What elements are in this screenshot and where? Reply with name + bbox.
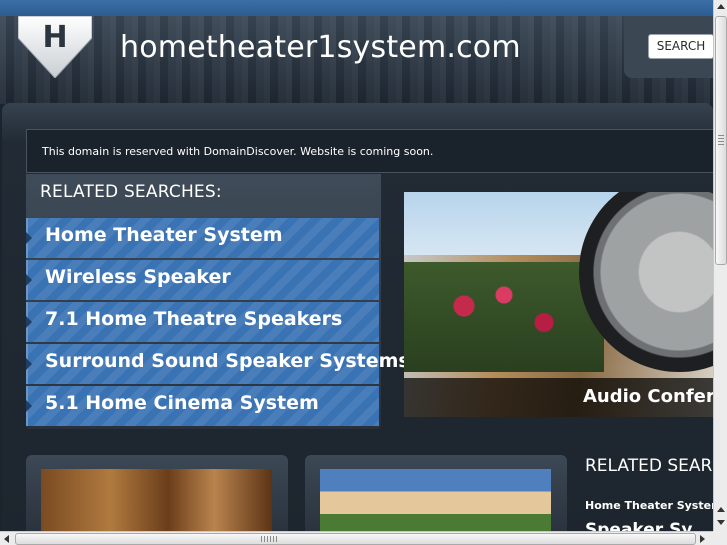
related-link-home-theater-system[interactable]: Home Theater System xyxy=(26,218,379,258)
related-link-surround-sound-speaker-systems[interactable]: Surround Sound Speaker Systems xyxy=(26,344,410,384)
grip-icon xyxy=(718,135,724,145)
hero-flowers-image xyxy=(404,262,604,372)
related-searches-heading: RELATED SEARCHES: xyxy=(40,182,222,202)
arrow-right-icon xyxy=(26,400,32,412)
thumbnail-image-house xyxy=(320,469,551,533)
horizontal-scroll-thumb[interactable] xyxy=(15,533,696,545)
arrow-right-icon xyxy=(26,316,32,328)
grip-icon xyxy=(261,536,277,542)
thumbnail-card[interactable] xyxy=(26,455,288,533)
related-link-wireless-speaker[interactable]: Wireless Speaker xyxy=(26,260,379,300)
search-button[interactable]: SEARCH xyxy=(648,34,714,59)
related-searches-heading-right: RELATED SEAR xyxy=(585,456,713,476)
vertical-scrollbar[interactable] xyxy=(713,0,727,531)
thumbnail-image-chairs xyxy=(41,469,272,533)
hero-caption-bar: Audio Confere xyxy=(404,378,713,417)
scroll-up-icon[interactable] xyxy=(717,4,725,9)
domain-notice: This domain is reserved with DomainDisco… xyxy=(26,129,713,173)
scroll-right-icon[interactable] xyxy=(700,535,705,543)
thumbnail-card[interactable] xyxy=(305,455,567,533)
logo-letter: H xyxy=(42,20,68,55)
related-searches-panel: RELATED SEARCHES: Home Theater System Wi… xyxy=(26,174,410,429)
horizontal-scrollbar[interactable] xyxy=(0,531,713,545)
search-panel: SEARCH xyxy=(624,16,714,78)
related-link-7-1-home-theatre-speakers[interactable]: 7.1 Home Theatre Speakers xyxy=(26,302,379,342)
related-link-label: 7.1 Home Theatre Speakers xyxy=(45,308,343,330)
related-link-label: Surround Sound Speaker Systems xyxy=(45,350,410,372)
site-logo[interactable]: H xyxy=(18,16,92,78)
site-title[interactable]: hometheater1system.com xyxy=(120,30,521,65)
arrow-right-icon xyxy=(26,274,32,286)
arrow-right-icon xyxy=(26,232,32,244)
scroll-left-icon[interactable] xyxy=(4,535,9,543)
scrollbar-corner xyxy=(713,531,727,545)
related-link-label: 5.1 Home Cinema System xyxy=(45,392,319,414)
hero-caption[interactable]: Audio Confere xyxy=(583,386,713,407)
scroll-up-icon[interactable] xyxy=(717,507,725,512)
top-strip xyxy=(0,0,727,16)
vertical-scroll-thumb[interactable] xyxy=(715,16,727,265)
related-link-5-1-home-cinema-system[interactable]: 5.1 Home Cinema System xyxy=(26,386,379,426)
related-link-right[interactable]: Home Theater System xyxy=(585,499,723,512)
scroll-down-icon[interactable] xyxy=(717,520,725,525)
related-link-label: Home Theater System xyxy=(45,224,283,246)
related-link-label: Wireless Speaker xyxy=(45,266,231,288)
hero-image[interactable]: Audio Confere xyxy=(404,192,713,417)
related-searches-list: Home Theater System Wireless Speaker 7.1… xyxy=(26,218,410,428)
arrow-right-icon xyxy=(26,358,32,370)
